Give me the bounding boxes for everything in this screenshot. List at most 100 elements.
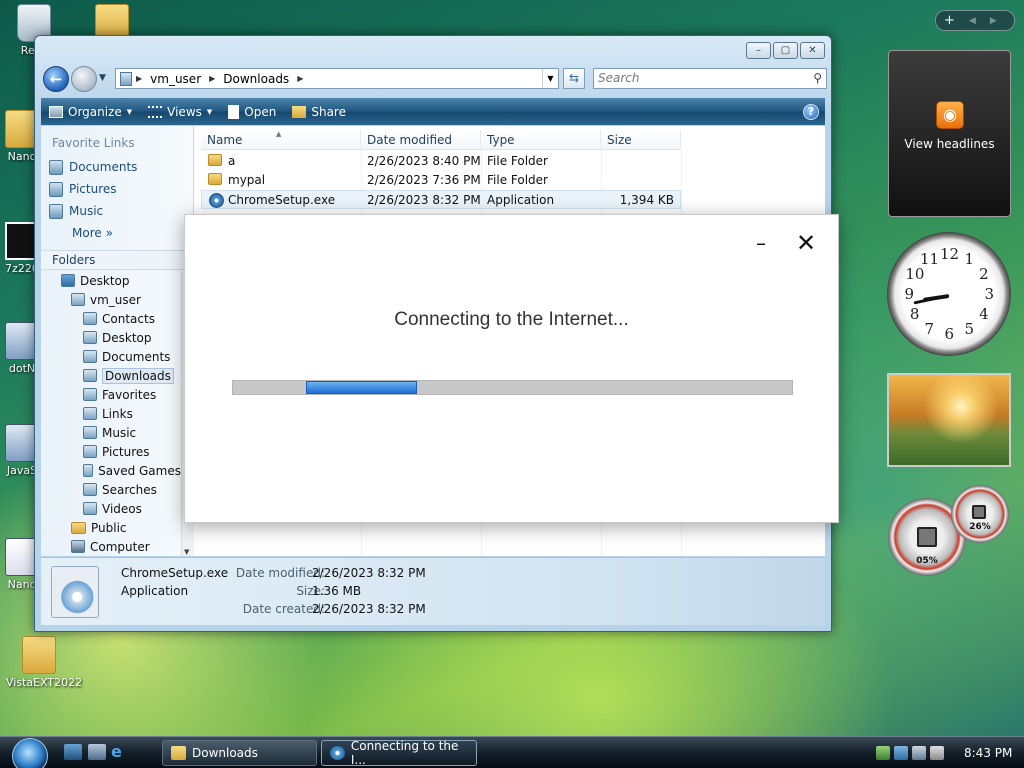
column-size[interactable]: Size [601, 130, 681, 150]
view-headlines-label[interactable]: View headlines [889, 137, 1010, 151]
memory-meter-gadget[interactable]: 26% [951, 485, 1009, 543]
taskbar-clock[interactable]: 8:43 PM [964, 746, 1012, 760]
open-icon [228, 104, 240, 119]
folders-label: Folders [52, 253, 96, 267]
favorite-link-music[interactable]: Music [41, 200, 193, 222]
taskbar-button-downloads[interactable]: Downloads [162, 740, 317, 766]
windows-security-icon[interactable] [894, 746, 908, 760]
share-button[interactable]: Share [284, 98, 354, 125]
recent-pages-dropdown[interactable]: ▼ [99, 73, 106, 83]
clock-number: 7 [924, 319, 935, 338]
close-button[interactable]: ✕ [800, 42, 825, 59]
file-row-selected[interactable]: ChromeSetup.exe 2/26/2023 8:32 PM Applic… [201, 190, 681, 209]
tree-item-desktop[interactable]: Desktop [41, 271, 181, 290]
desktop-icon-vistaext[interactable]: VistaEXT2022 [6, 636, 83, 689]
file-date: 2/26/2023 7:36 PM [367, 173, 481, 187]
application-icon [209, 193, 224, 208]
search-icon[interactable]: ⚲ [813, 69, 822, 88]
favorite-link-label: Documents [69, 160, 138, 174]
desktop-folder-icon [83, 331, 97, 344]
minimize-button[interactable]: – [746, 42, 771, 59]
chevron-right-icon[interactable]: ▶ [293, 74, 307, 83]
folders-toggle[interactable]: Folders ▲ [41, 250, 194, 270]
favorite-link-documents[interactable]: Documents [41, 156, 193, 178]
favorite-link-pictures[interactable]: Pictures [41, 178, 193, 200]
downloads-icon [83, 369, 97, 382]
clock-number: 11 [920, 250, 940, 269]
close-icon[interactable]: ✕ [794, 231, 818, 255]
column-type[interactable]: Type [481, 130, 601, 150]
file-row[interactable]: a 2/26/2023 8:40 PM File Folder [201, 152, 681, 171]
tree-item-contacts[interactable]: Contacts [41, 309, 181, 328]
maximize-button[interactable]: ▢ [773, 42, 798, 59]
open-button[interactable]: Open [220, 98, 284, 125]
back-button[interactable]: ← [43, 66, 69, 92]
file-date: 2/26/2023 8:40 PM [367, 154, 481, 168]
feed-headlines-gadget[interactable]: ◉ View headlines [888, 50, 1011, 217]
clock-number: 6 [944, 325, 955, 343]
system-tray: 8:43 PM [870, 740, 1024, 766]
open-label: Open [244, 104, 277, 119]
next-gadget-button[interactable]: ▶ [990, 16, 997, 26]
favorite-links-more[interactable]: More » [41, 222, 193, 244]
tree-item-links[interactable]: Links [41, 404, 181, 423]
forward-button[interactable] [71, 66, 97, 92]
switch-windows-icon[interactable] [88, 744, 106, 760]
breadcrumb-downloads[interactable]: Downloads [219, 72, 293, 86]
previous-gadget-button[interactable]: ◀ [969, 16, 976, 26]
address-dropdown[interactable]: ▼ [542, 69, 558, 88]
tree-item-searches[interactable]: Searches [41, 480, 181, 499]
links-icon [83, 407, 97, 420]
sidebar-controls: + ◀ ▶ [935, 10, 1015, 31]
tree-item-documents[interactable]: Documents [41, 347, 181, 366]
tree-item-saved-games[interactable]: Saved Games [41, 461, 181, 480]
network-icon[interactable] [912, 746, 926, 760]
tree-item-favorites[interactable]: Favorites [41, 385, 181, 404]
tree-item-downloads[interactable]: Downloads [41, 366, 181, 385]
memory-percent: 26% [969, 522, 991, 532]
show-desktop-icon[interactable] [64, 744, 82, 760]
chevron-right-icon[interactable]: ▶ [132, 74, 146, 83]
progress-bar [232, 380, 793, 395]
file-date: 2/26/2023 8:32 PM [367, 193, 481, 207]
tree-item-computer[interactable]: Computer [41, 537, 181, 556]
column-date-modified[interactable]: Date modified [361, 130, 481, 150]
command-bar: Organize ▼ Views ▼ Open Share ? [41, 98, 825, 125]
views-button[interactable]: Views ▼ [140, 98, 220, 125]
column-name[interactable]: Name ▲ [201, 130, 361, 150]
tree-item-public[interactable]: Public [41, 518, 181, 537]
connecting-dialog[interactable]: – ✕ Connecting to the Internet... [184, 214, 839, 523]
details-date-modified: 2/26/2023 8:32 PM [312, 566, 426, 580]
search-input[interactable]: Search ⚲ [593, 68, 827, 89]
clock-number: 9 [904, 285, 915, 303]
installer-icon [51, 566, 99, 618]
help-icon[interactable]: ? [803, 103, 819, 120]
address-bar[interactable]: ▶ vm_user ▶ Downloads ▶ ▼ [115, 68, 559, 89]
chevron-right-icon[interactable]: ▶ [205, 74, 219, 83]
add-gadget-button[interactable]: + [944, 13, 955, 28]
network-status-icon[interactable] [876, 746, 890, 760]
tree-item-music[interactable]: Music [41, 423, 181, 442]
folder-tree: Desktop vm_user Contacts Desktop Documen… [41, 271, 181, 556]
favorites-icon [83, 388, 97, 401]
folder-icon [208, 173, 222, 185]
tree-item-vm-user[interactable]: vm_user [41, 290, 181, 309]
slideshow-gadget[interactable] [887, 373, 1011, 467]
tree-item-videos[interactable]: Videos [41, 499, 181, 518]
breadcrumb-vm-user[interactable]: vm_user [146, 72, 205, 86]
desktop-icon-label: VistaEXT2022 [6, 676, 83, 689]
refresh-button[interactable]: ⇆ [563, 68, 585, 89]
tree-item-label: Music [102, 425, 137, 440]
organize-button[interactable]: Organize ▼ [41, 98, 140, 125]
file-row[interactable]: mypal 2/26/2023 7:36 PM File Folder [201, 171, 681, 190]
chevron-down-icon[interactable]: ▼ [184, 548, 189, 556]
clock-gadget[interactable]: 12 1 2 3 4 5 6 7 8 9 10 11 [887, 232, 1011, 356]
tree-item-pictures[interactable]: Pictures [41, 442, 181, 461]
start-button[interactable] [12, 738, 48, 768]
clock-number: 8 [909, 305, 920, 323]
minimize-icon[interactable]: – [749, 231, 773, 255]
internet-explorer-icon[interactable]: e [111, 744, 129, 760]
taskbar-button-connecting[interactable]: Connecting to the I... [321, 739, 477, 767]
volume-muted-icon[interactable] [930, 746, 944, 760]
tree-item-desktop-sub[interactable]: Desktop [41, 328, 181, 347]
